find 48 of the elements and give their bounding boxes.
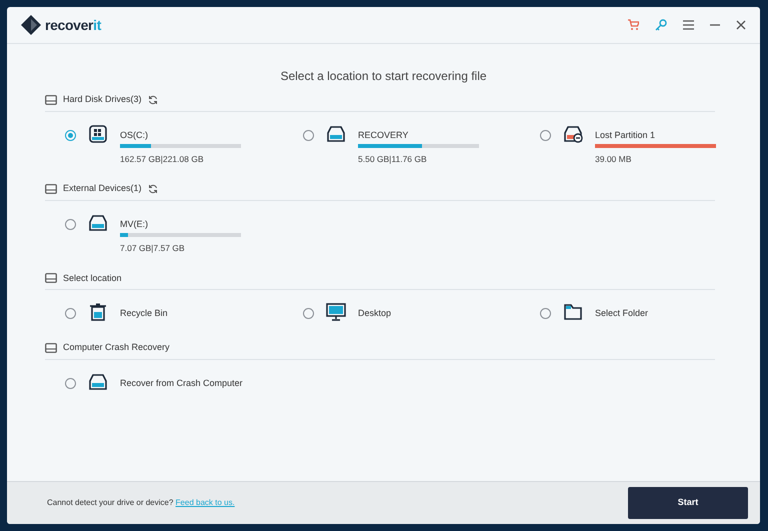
trash-icon bbox=[88, 303, 108, 321]
radio-button[interactable] bbox=[65, 218, 76, 230]
menu-icon[interactable] bbox=[683, 20, 694, 30]
location-label: Recycle Bin bbox=[120, 307, 168, 320]
monitor-icon bbox=[326, 303, 346, 321]
minimize-icon[interactable] bbox=[710, 24, 720, 26]
folder-icon bbox=[563, 303, 583, 321]
size-text: 162.57 GB|221.08 GB bbox=[120, 152, 204, 166]
close-icon[interactable] bbox=[736, 20, 746, 30]
location-label: Lost Partition 1 bbox=[595, 128, 656, 142]
radio-button[interactable] bbox=[65, 378, 76, 388]
drive-icon bbox=[88, 372, 108, 390]
drive-icon bbox=[45, 273, 57, 284]
location-label: Select Folder bbox=[595, 307, 648, 320]
size-text: 7.07 GB|7.57 GB bbox=[120, 242, 186, 254]
radio-button[interactable] bbox=[65, 308, 76, 319]
section-title: Hard Disk Drives(3) bbox=[63, 93, 142, 106]
location-label: Recover from Crash Computer bbox=[120, 376, 243, 390]
refresh-icon[interactable] bbox=[148, 184, 158, 194]
location-label: MV(E:) bbox=[120, 218, 149, 231]
drive-icon bbox=[45, 342, 57, 353]
key-icon[interactable] bbox=[655, 19, 667, 31]
drive-icon bbox=[88, 124, 108, 142]
drive-icon bbox=[326, 124, 346, 142]
cart-icon[interactable] bbox=[627, 19, 639, 31]
radio-button[interactable] bbox=[540, 308, 551, 319]
drive-icon bbox=[88, 214, 108, 232]
refresh-icon[interactable] bbox=[148, 94, 158, 105]
location-label: RECOVERY bbox=[358, 128, 410, 142]
drive-icon bbox=[45, 94, 57, 105]
diamond-logo-icon bbox=[21, 15, 41, 35]
section-title: Select location bbox=[63, 272, 122, 284]
radio-button[interactable] bbox=[303, 308, 314, 319]
page-heading: Select a location to start recovering file bbox=[280, 69, 487, 83]
section-title: Computer Crash Recovery bbox=[63, 341, 170, 354]
radio-button[interactable] bbox=[540, 130, 551, 140]
app-logo-text: recoverit bbox=[45, 16, 102, 34]
section-title: External Devices(1) bbox=[63, 182, 142, 196]
help-text: Cannot detect your drive or device? Feed back to us. bbox=[47, 497, 235, 509]
size-text: 5.50 GB|11.76 GB bbox=[358, 152, 428, 166]
size-text: 39.00 MB bbox=[595, 152, 632, 166]
radio-button[interactable] bbox=[303, 130, 314, 140]
drive-icon bbox=[45, 184, 57, 194]
start-button[interactable]: Start bbox=[628, 487, 748, 519]
location-label: Desktop bbox=[358, 307, 392, 320]
radio-button[interactable] bbox=[65, 130, 76, 140]
location-label: OS(C:) bbox=[120, 128, 149, 142]
drive-warning-icon bbox=[563, 124, 583, 142]
